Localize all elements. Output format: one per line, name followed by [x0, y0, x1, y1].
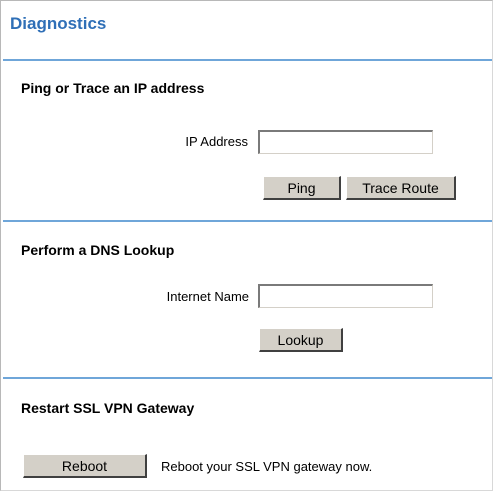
- ip-address-label: IP Address: [185, 134, 248, 149]
- section-divider: [3, 377, 492, 379]
- internet-name-label: Internet Name: [166, 289, 249, 304]
- reboot-note: Reboot your SSL VPN gateway now.: [161, 459, 373, 474]
- page-title: Diagnostics: [10, 14, 107, 33]
- restart-section-title: Restart SSL VPN Gateway: [21, 400, 195, 416]
- diagnostics-panel: Diagnostics Ping or Trace an IP address …: [0, 0, 493, 491]
- lookup-button[interactable]: Lookup: [259, 328, 343, 352]
- internet-name-input[interactable]: [258, 284, 433, 308]
- section-divider: [3, 220, 492, 222]
- ping-section-title: Ping or Trace an IP address: [21, 80, 205, 96]
- dns-section-title: Perform a DNS Lookup: [21, 242, 175, 258]
- reboot-button[interactable]: Reboot: [23, 454, 147, 478]
- ping-button[interactable]: Ping: [263, 176, 341, 200]
- section-divider: [3, 59, 492, 61]
- trace-route-button[interactable]: Trace Route: [346, 176, 456, 200]
- ip-address-input[interactable]: [258, 130, 433, 154]
